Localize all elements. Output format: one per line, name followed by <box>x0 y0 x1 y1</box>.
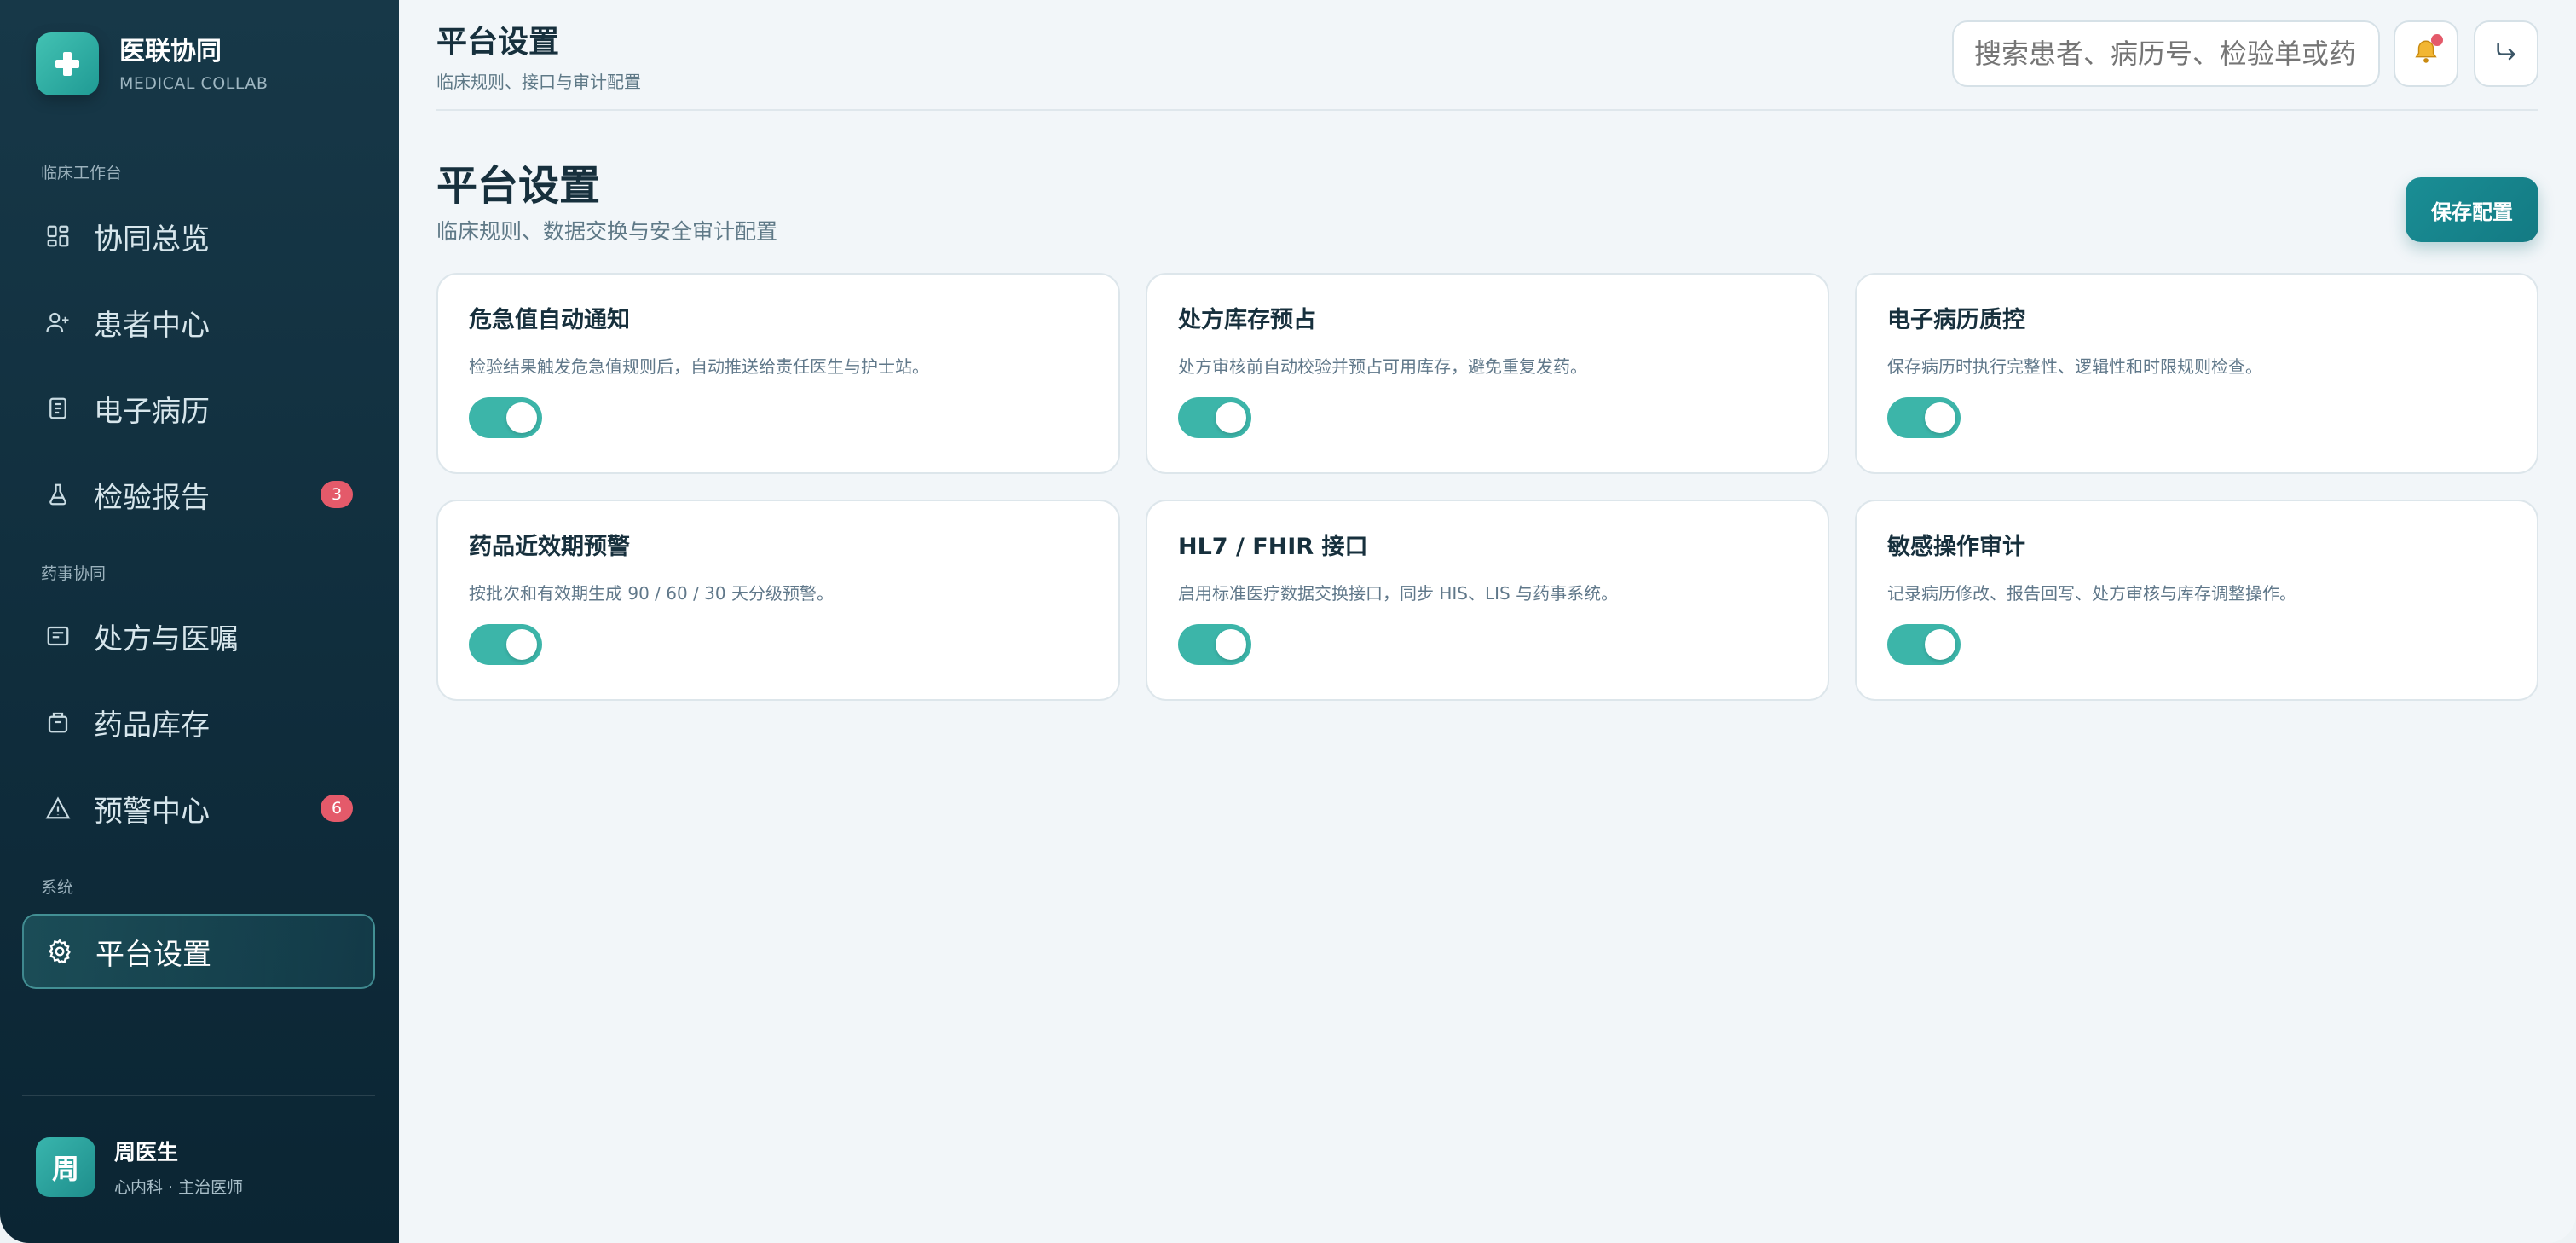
header-title: 平台设置 <box>436 25 560 60</box>
alerts-badge: 6 <box>321 795 353 822</box>
setting-card-prescription-reserve: 处方库存预占 处方审核前自动校验并预占可用库存，避免重复发药。 <box>1146 273 1829 474</box>
sidebar-item-patients[interactable]: 患者中心 <box>22 285 375 360</box>
notification-dot <box>2431 34 2443 46</box>
setting-description: 保存病历时执行完整性、逻辑性和时限规则检查。 <box>1887 356 2262 377</box>
sidebar-item-emr[interactable]: 电子病历 <box>22 371 375 446</box>
section-pharmacy: 药事协同 <box>41 564 107 583</box>
medical-cross-icon <box>36 32 99 95</box>
user-plus-icon <box>43 307 73 338</box>
setting-title: 药品近效期预警 <box>469 534 630 560</box>
sidebar-item-label: 平台设置 <box>95 937 211 972</box>
sidebar-item-prescriptions[interactable]: 处方与医嘱 <box>22 598 375 674</box>
notifications-button[interactable] <box>2394 20 2458 87</box>
user-profile[interactable]: 周 周医生 心内科 · 主治医师 <box>36 1136 243 1198</box>
setting-description: 检验结果触发危急值规则后，自动推送给责任医生与护士站。 <box>469 356 929 377</box>
page-title: 平台设置 <box>436 162 601 210</box>
setting-title: 危急值自动通知 <box>469 307 630 333</box>
brand-name: 医联协同 <box>119 37 222 66</box>
sidebar-item-settings[interactable]: 平台设置 <box>22 914 375 989</box>
user-role: 心内科 · 主治医师 <box>114 1178 244 1197</box>
setting-card-critical-value: 危急值自动通知 检验结果触发危急值规则后，自动推送给责任医生与护士站。 <box>436 273 1120 474</box>
section-clinical: 临床工作台 <box>41 164 123 182</box>
inventory-icon <box>43 707 73 737</box>
sidebar: 医联协同 MEDICAL COLLAB 临床工作台 协同总览 患者中心 电子病历 <box>0 0 399 1243</box>
sidebar-item-alerts[interactable]: 预警中心 6 <box>22 771 375 846</box>
setting-card-sensitive-audit: 敏感操作审计 记录病历修改、报告回写、处方审核与库存调整操作。 <box>1855 500 2538 701</box>
sensitive-audit-toggle[interactable] <box>1887 624 1961 665</box>
header-divider <box>436 109 2538 111</box>
setting-card-emr-qc: 电子病历质控 保存病历时执行完整性、逻辑性和时限规则检查。 <box>1855 273 2538 474</box>
brand[interactable]: 医联协同 MEDICAL COLLAB <box>36 32 268 95</box>
sidebar-item-label: 协同总览 <box>94 222 210 257</box>
document-icon <box>43 393 73 424</box>
setting-title: 敏感操作审计 <box>1887 534 2025 560</box>
prescription-icon <box>43 621 73 651</box>
emr-qc-toggle[interactable] <box>1887 397 1961 438</box>
avatar: 周 <box>36 1136 95 1197</box>
setting-card-hl7-fhir: HL7 / FHIR 接口 启用标准医疗数据交换接口，同步 HIS、LIS 与药… <box>1146 500 1829 701</box>
sidebar-item-label: 处方与医嘱 <box>94 622 239 656</box>
setting-title: HL7 / FHIR 接口 <box>1178 534 1368 560</box>
header-subtitle: 临床规则、接口与审计配置 <box>436 72 641 92</box>
setting-description: 按批次和有效期生成 90 / 60 / 30 天分级预警。 <box>469 583 834 604</box>
setting-title: 处方库存预占 <box>1178 307 1316 333</box>
expiry-alert-toggle[interactable] <box>469 624 542 665</box>
main-content: 平台设置 临床规则、接口与审计配置 平台设置 临床规则、数据交换与安全审计配置 … <box>399 0 2576 1243</box>
gear-icon <box>44 936 75 967</box>
sidebar-item-label: 患者中心 <box>94 308 210 343</box>
user-name: 周医生 <box>114 1140 179 1165</box>
setting-title: 电子病历质控 <box>1887 307 2025 333</box>
flask-icon <box>43 479 73 510</box>
app-window: 医联协同 MEDICAL COLLAB 临床工作台 协同总览 患者中心 电子病历 <box>0 0 2576 1243</box>
setting-description: 记录病历修改、报告回写、处方审核与库存调整操作。 <box>1887 583 2296 604</box>
section-system: 系统 <box>41 878 74 897</box>
logout-button[interactable] <box>2474 20 2538 87</box>
page-subtitle: 临床规则、数据交换与安全审计配置 <box>436 219 778 244</box>
logout-arrow-icon <box>2492 38 2520 69</box>
lab-reports-badge: 3 <box>321 481 353 508</box>
setting-description: 处方审核前自动校验并预占可用库存，避免重复发药。 <box>1178 356 1587 377</box>
search-input[interactable] <box>1952 20 2380 87</box>
warning-icon <box>43 793 73 824</box>
sidebar-item-lab-reports[interactable]: 检验报告 3 <box>22 457 375 532</box>
sidebar-divider <box>22 1095 375 1096</box>
critical-value-toggle[interactable] <box>469 397 542 438</box>
save-config-button[interactable]: 保存配置 <box>2406 177 2538 242</box>
setting-card-expiry-alert: 药品近效期预警 按批次和有效期生成 90 / 60 / 30 天分级预警。 <box>436 500 1120 701</box>
sidebar-item-label: 药品库存 <box>94 708 210 743</box>
setting-description: 启用标准医疗数据交换接口，同步 HIS、LIS 与药事系统。 <box>1178 583 1619 604</box>
prescription-reserve-toggle[interactable] <box>1178 397 1251 438</box>
sidebar-item-inventory[interactable]: 药品库存 <box>22 685 375 760</box>
dashboard-icon <box>43 221 73 251</box>
brand-subtitle: MEDICAL COLLAB <box>119 74 269 93</box>
sidebar-item-label: 电子病历 <box>94 394 210 429</box>
sidebar-item-overview[interactable]: 协同总览 <box>22 199 375 274</box>
hl7-fhir-toggle[interactable] <box>1178 624 1251 665</box>
